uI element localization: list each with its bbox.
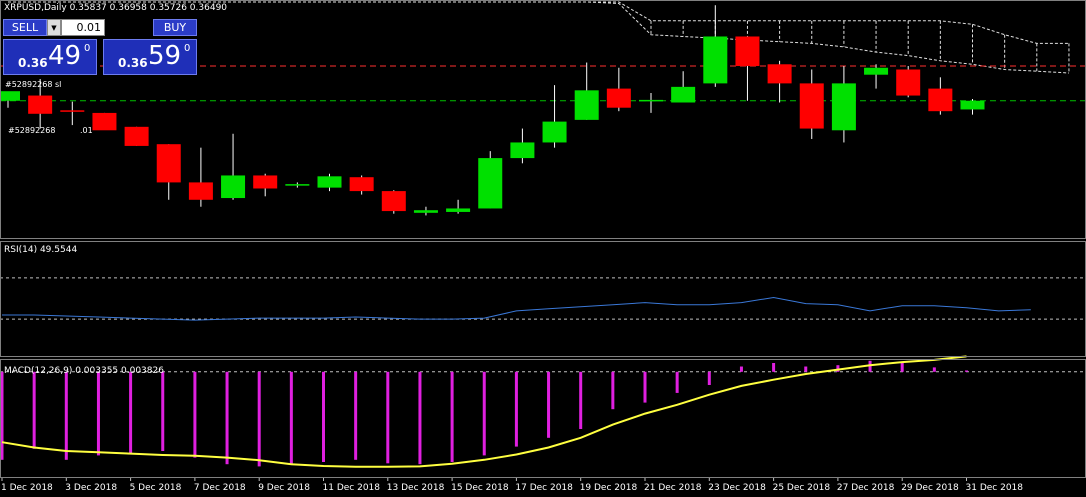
candle-body-29 — [928, 88, 953, 112]
macd-bar-6 — [193, 371, 197, 458]
macd-bar-21 — [675, 371, 679, 393]
candle-body-28 — [896, 69, 921, 96]
bid-price-button[interactable]: 0.36 49 0 — [3, 39, 97, 75]
candle-body-11 — [349, 177, 374, 192]
macd-bar-7 — [225, 371, 229, 465]
symbol-info: XRPUSD,Daily 0.35837 0.36958 0.35726 0.3… — [4, 3, 228, 13]
candle-body-2 — [60, 110, 85, 112]
candle-body-24 — [767, 64, 792, 84]
ask-price-button[interactable]: 0.36 59 0 — [103, 39, 197, 75]
x-tick-label-5: 11 Dec 2018 — [323, 483, 381, 493]
candle-body-30 — [960, 100, 985, 110]
bid-price-small: 0.36 — [18, 56, 48, 70]
candle-body-16 — [510, 142, 535, 159]
macd-label: MACD(12,26,9) 0.003355 0.003826 — [4, 366, 164, 376]
candle-body-18 — [574, 90, 599, 120]
macd-bar-20 — [643, 371, 647, 403]
x-axis: 1 Dec 2018 3 Dec 2018 5 Dec 2018 7 Dec 2018… — [1, 477, 1023, 493]
candle-body-26 — [831, 83, 856, 131]
rsi-panel-frame — [0, 241, 1086, 357]
one-click-trading-panel: SELL ▼ 0.01 BUY 0.36 49 0 0.36 59 0 — [3, 19, 198, 76]
candle-body-3 — [92, 112, 117, 131]
candle-body-20 — [639, 99, 663, 102]
candle-body-4 — [124, 126, 149, 146]
candle-body-27 — [864, 67, 889, 75]
x-tick-label-11: 23 Dec 2018 — [708, 483, 766, 493]
macd-bar-24 — [772, 363, 776, 372]
candle-body-17 — [542, 121, 567, 143]
macd-bar-22 — [707, 371, 711, 385]
bid-price-big: 49 — [48, 41, 82, 71]
candle-body-22 — [703, 36, 728, 84]
entry-order-tag[interactable]: #52892268 — [8, 126, 55, 135]
x-tick-label-0: 1 Dec 2018 — [1, 483, 53, 493]
x-tick-label-4: 9 Dec 2018 — [258, 483, 310, 493]
candle-body-15 — [478, 158, 503, 209]
lot-spinner-down[interactable]: ▼ — [47, 19, 61, 36]
x-tick-label-10: 21 Dec 2018 — [644, 483, 702, 493]
x-tick-label-13: 27 Dec 2018 — [837, 483, 895, 493]
candle-body-14 — [446, 208, 471, 212]
macd-bar-15 — [482, 371, 486, 456]
macd-bar-2 — [64, 371, 68, 460]
candle-body-1 — [28, 95, 53, 114]
entry-order-lot: .01 — [80, 126, 93, 135]
candle-body-8 — [253, 175, 278, 189]
macd-bar-30 — [965, 370, 968, 372]
x-tick-label-2: 5 Dec 2018 — [130, 483, 182, 493]
macd-bar-18 — [579, 371, 583, 429]
candle-body-25 — [799, 83, 824, 129]
macd-bar-8 — [257, 371, 261, 467]
macd-bar-14 — [450, 371, 454, 462]
x-tick-label-15: 31 Dec 2018 — [966, 483, 1024, 493]
ask-price-small: 0.36 — [118, 56, 148, 70]
x-tick-label-3: 7 Dec 2018 — [194, 483, 246, 493]
x-tick-label-14: 29 Dec 2018 — [901, 483, 959, 493]
x-tick-label-12: 25 Dec 2018 — [773, 483, 831, 493]
macd-bar-25 — [804, 366, 808, 372]
sell-button[interactable]: SELL — [3, 19, 47, 36]
ask-price-sup: 0 — [184, 43, 191, 54]
x-tick-label-1: 3 Dec 2018 — [65, 483, 117, 493]
macd-bar-17 — [547, 371, 551, 438]
rsi-layer — [0, 277, 1086, 321]
ask-price-big: 59 — [148, 41, 182, 71]
x-tick-label-7: 15 Dec 2018 — [451, 483, 509, 493]
sl-order-tag[interactable]: #52892268 sl — [5, 80, 61, 89]
macd-bar-9 — [289, 371, 293, 465]
macd-bar-29 — [932, 367, 936, 372]
macd-bar-3 — [96, 371, 100, 456]
macd-bar-19 — [611, 371, 615, 410]
lot-size-input[interactable]: 0.01 — [61, 19, 105, 36]
candle-body-5 — [156, 144, 181, 183]
x-tick-label-9: 19 Dec 2018 — [580, 483, 638, 493]
candle-body-21 — [671, 86, 696, 103]
x-tick-label-8: 17 Dec 2018 — [515, 483, 573, 493]
x-tick-label-6: 13 Dec 2018 — [387, 483, 445, 493]
macd-bar-12 — [386, 371, 390, 464]
macd-bar-13 — [418, 371, 422, 465]
candle-body-10 — [317, 176, 342, 188]
macd-bar-23 — [739, 366, 743, 372]
candle-body-9 — [285, 184, 310, 186]
buy-button[interactable]: BUY — [153, 19, 197, 36]
macd-bar-10 — [322, 371, 325, 462]
macd-bar-11 — [354, 371, 358, 460]
rsi-label: RSI(14) 49.5544 — [4, 245, 78, 255]
candle-body-12 — [381, 191, 406, 212]
macd-bar-5 — [161, 371, 165, 451]
candle-body-23 — [735, 36, 760, 67]
candle-body-6 — [188, 182, 213, 200]
candle-body-13 — [413, 210, 438, 213]
bid-price-sup: 0 — [84, 43, 91, 54]
macd-bar-16 — [514, 371, 518, 447]
macd-bar-4 — [129, 371, 133, 454]
macd-bar-1 — [32, 371, 36, 449]
candle-body-7 — [221, 175, 246, 199]
candle-body-19 — [606, 88, 631, 108]
macd-bar-28 — [900, 363, 904, 372]
candle-body-0 — [0, 91, 20, 101]
rsi-line — [2, 296, 1031, 321]
